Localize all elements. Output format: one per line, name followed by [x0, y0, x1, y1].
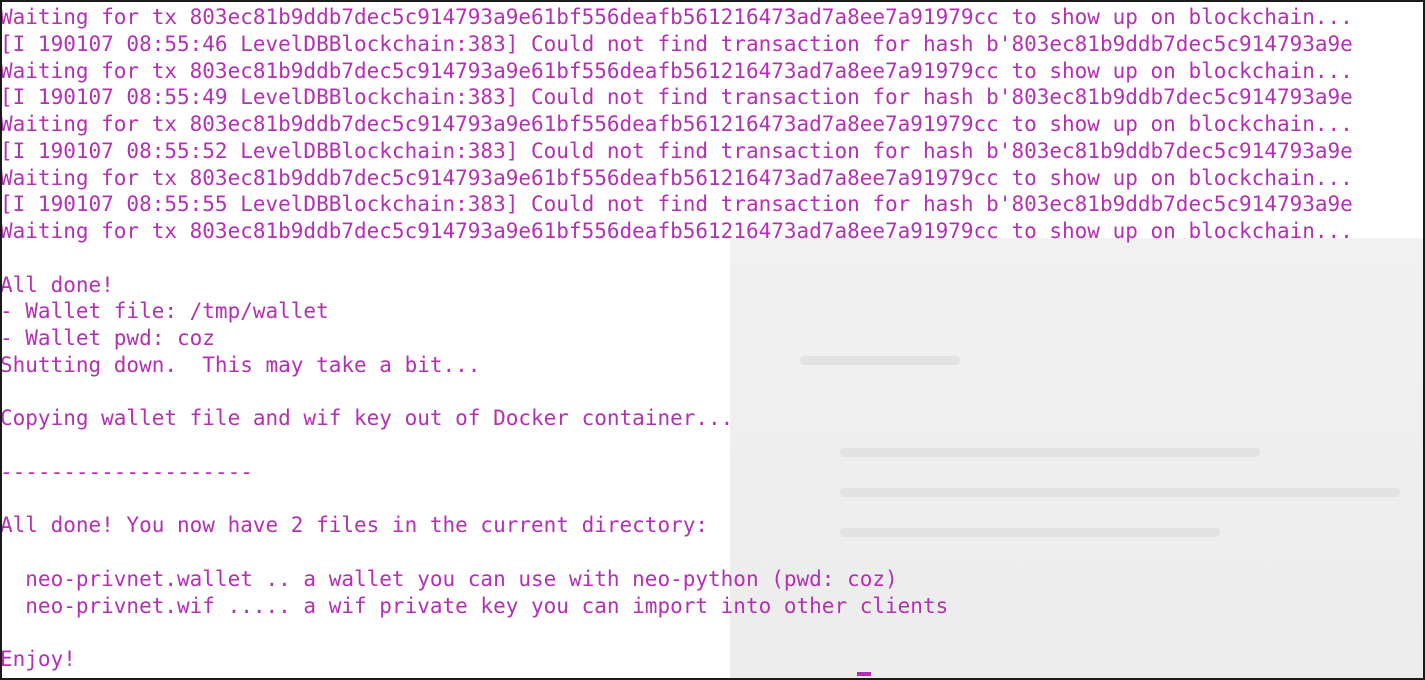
terminal-line: -------------------- — [2, 459, 253, 484]
terminal-line: - Wallet pwd: coz — [2, 326, 215, 350]
terminal-window: Waiting for tx 803ec81b9ddb7dec5c914793a… — [0, 0, 1425, 680]
terminal-line: [I 190107 08:55:52 LevelDBBlockchain:383… — [2, 138, 1353, 163]
terminal-line: Waiting for tx 803ec81b9ddb7dec5c914793a… — [2, 112, 1353, 136]
terminal-line: [I 190107 08:55:49 LevelDBBlockchain:383… — [2, 85, 1353, 110]
terminal-line: neo-privnet.wif ..... a wif private key … — [2, 593, 949, 618]
terminal-line: All done! You now have 2 files in the cu… — [2, 513, 709, 538]
terminal-line: neo-privnet.wallet .. a wallet you can u… — [2, 566, 898, 591]
terminal-line: Waiting for tx 803ec81b9ddb7dec5c914793a… — [2, 58, 1353, 83]
terminal-line: - Wallet file: /tmp/wallet — [2, 299, 329, 324]
terminal-line: Shutting down. This may take a bit... — [2, 352, 481, 377]
terminal-line: Copying wallet file and wif key out of D… — [2, 406, 734, 431]
terminal-line: Waiting for tx 803ec81b9ddb7dec5c914793a… — [2, 219, 1353, 243]
terminal-line: Waiting for tx 803ec81b9ddb7dec5c914793a… — [2, 5, 1353, 29]
terminal-line: Waiting for tx 803ec81b9ddb7dec5c914793a… — [2, 165, 1353, 190]
terminal-line: [I 190107 08:55:46 LevelDBBlockchain:383… — [2, 31, 1353, 56]
terminal-output[interactable]: Waiting for tx 803ec81b9ddb7dec5c914793a… — [2, 4, 1423, 678]
terminal-line: Enjoy! — [2, 647, 76, 671]
terminal-line: [I 190107 08:55:55 LevelDBBlockchain:383… — [2, 192, 1353, 217]
text-cursor — [857, 672, 871, 676]
terminal-line: All done! — [2, 272, 114, 297]
